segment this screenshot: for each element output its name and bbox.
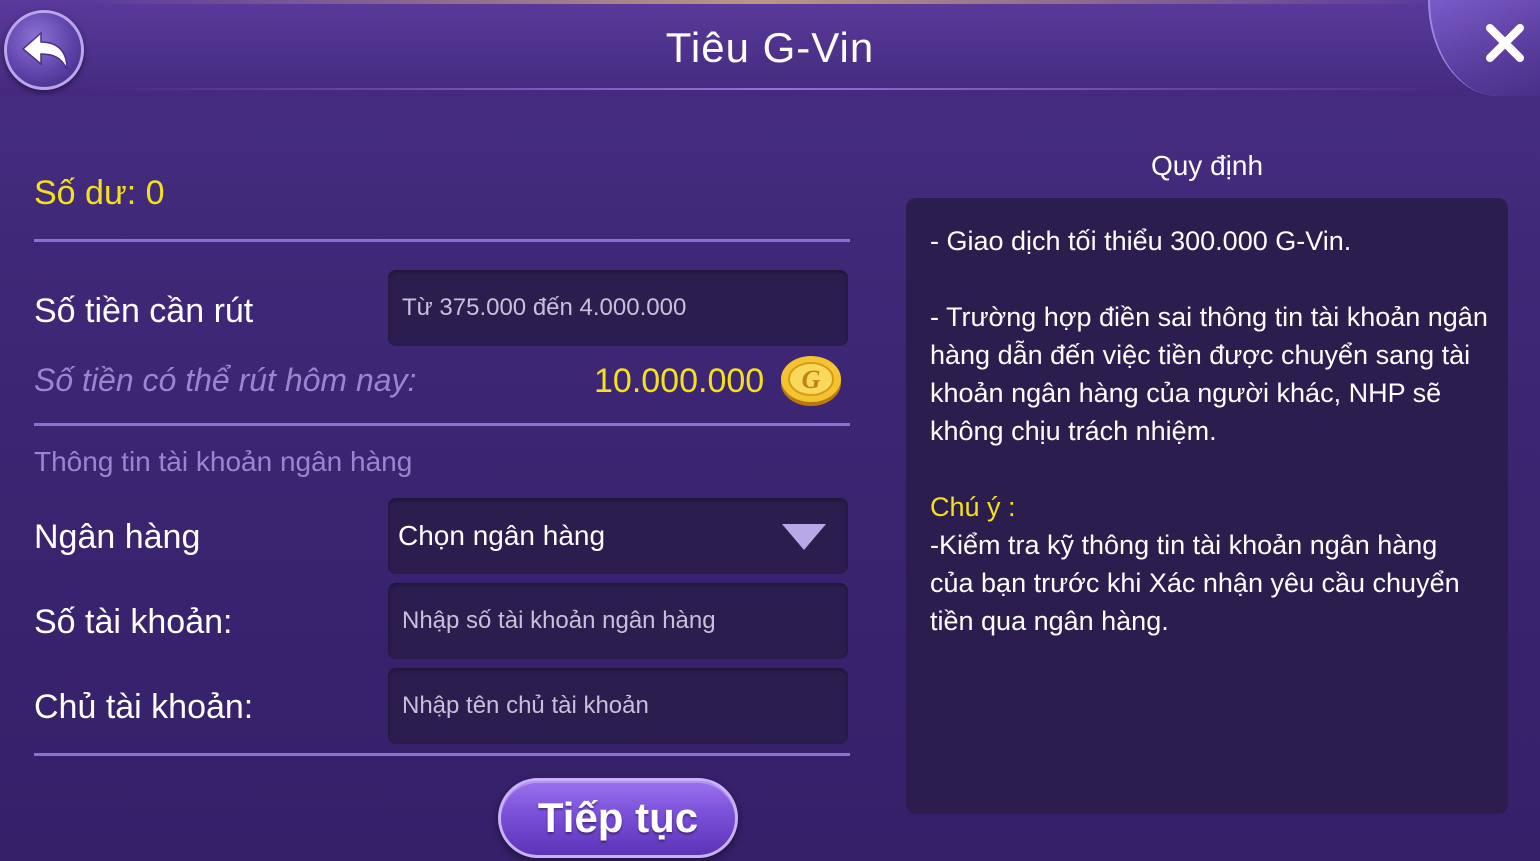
amount-input[interactable] bbox=[388, 270, 848, 346]
account-number-field-box bbox=[388, 583, 848, 659]
account-number-input[interactable] bbox=[388, 583, 848, 659]
note-title: Chú ý : bbox=[930, 492, 1016, 522]
bank-select[interactable]: Chọn ngân hàng bbox=[388, 498, 848, 574]
svg-text:G: G bbox=[802, 365, 821, 394]
header-glow bbox=[80, 0, 1440, 4]
amount-field-box bbox=[388, 270, 848, 346]
bank-select-value: Chọn ngân hàng bbox=[398, 520, 606, 551]
rule-wrong-info: - Trường hợp điền sai thông tin tài khoả… bbox=[930, 302, 1488, 446]
rules-panel: - Giao dịch tối thiểu 300.000 G-Vin. - T… bbox=[906, 198, 1508, 814]
amount-label: Số tiền cần rút bbox=[34, 292, 254, 330]
available-value: 10.000.000 bbox=[594, 362, 765, 400]
rules-title: Quy định bbox=[1150, 150, 1264, 181]
close-icon[interactable] bbox=[1484, 22, 1526, 64]
account-holder-input[interactable] bbox=[388, 668, 848, 744]
close-button[interactable] bbox=[1428, 0, 1540, 96]
continue-button[interactable]: Tiếp tục bbox=[498, 778, 738, 858]
account-holder-label: Chủ tài khoản: bbox=[34, 688, 254, 726]
back-button[interactable] bbox=[4, 10, 84, 90]
account-number-label: Số tài khoản: bbox=[34, 603, 233, 641]
header-divider bbox=[90, 88, 1460, 90]
divider bbox=[34, 753, 850, 756]
divider bbox=[34, 239, 850, 242]
available-label: Số tiền có thể rút hôm nay: bbox=[34, 362, 417, 398]
account-holder-field-box bbox=[388, 668, 848, 744]
rule-minimum: - Giao dịch tối thiểu 300.000 G-Vin. bbox=[930, 226, 1352, 256]
divider bbox=[34, 423, 850, 426]
bank-label: Ngân hàng bbox=[34, 518, 201, 556]
note-text: -Kiểm tra kỹ thông tin tài khoản ngân hà… bbox=[930, 530, 1460, 636]
g-coin-icon: G bbox=[781, 356, 841, 406]
bank-section-title: Thông tin tài khoản ngân hàng bbox=[34, 446, 413, 477]
back-arrow-icon bbox=[21, 31, 68, 70]
chevron-down-icon[interactable] bbox=[780, 522, 828, 552]
page-title: Tiêu G-Vin bbox=[665, 24, 875, 71]
header: Tiêu G-Vin bbox=[0, 0, 1540, 96]
balance-text: Số dư: 0 bbox=[34, 174, 165, 212]
